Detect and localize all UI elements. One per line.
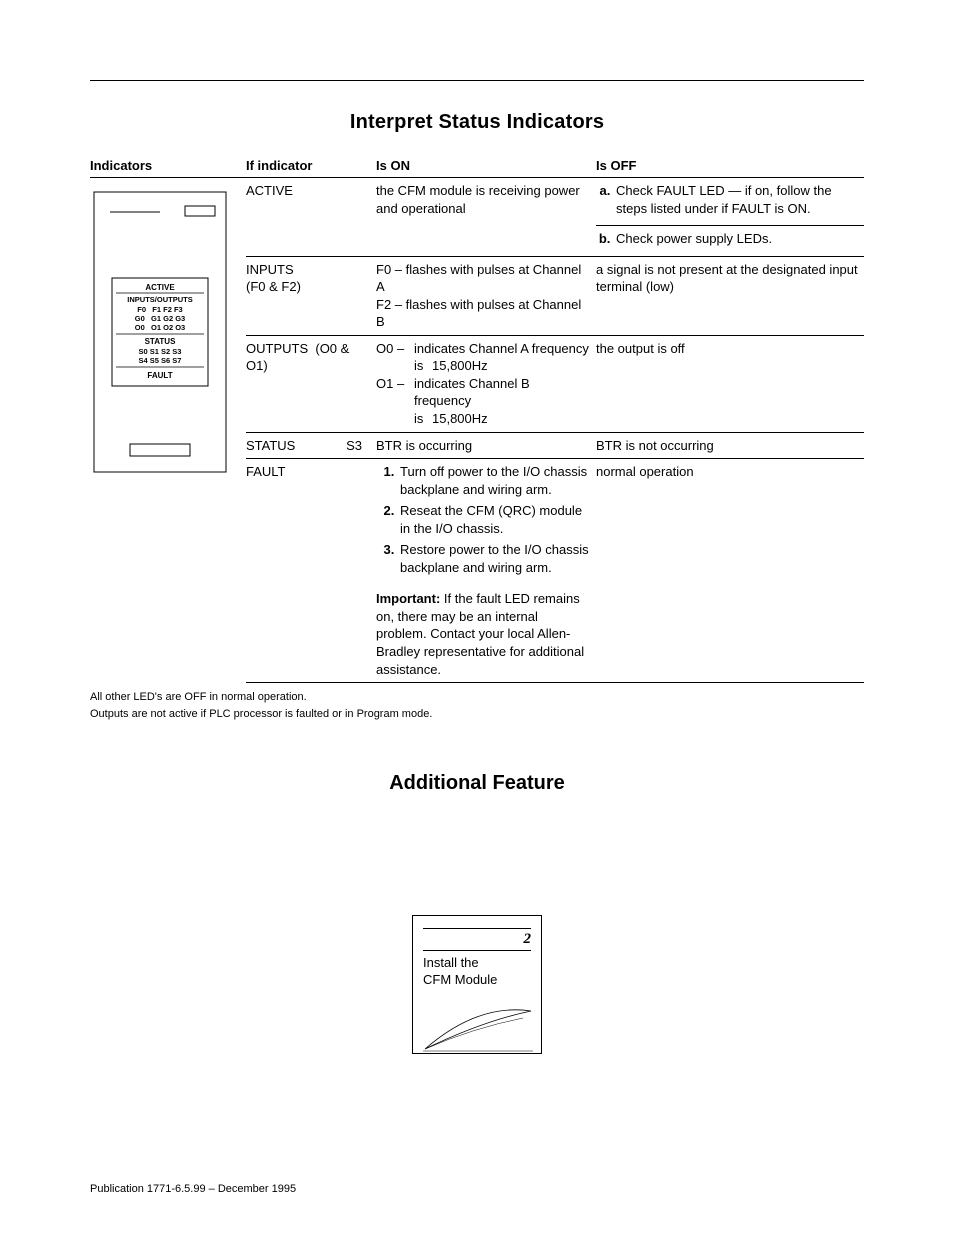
row-fault-steps: Turn off power to the I/O chassis backpl…	[376, 459, 596, 587]
row-active-name: ACTIVE	[246, 178, 376, 257]
col-is-off: Is OFF	[596, 154, 864, 178]
col-if-indicator: If indicator	[246, 154, 376, 178]
svg-text:ACTIVE: ACTIVE	[145, 283, 175, 292]
col-is-on: Is ON	[376, 154, 596, 178]
svg-text:G0 G1 G2 G3: G0 G1 G2 G3	[135, 314, 185, 323]
row-fault-name: FAULT	[246, 459, 376, 683]
col-indicators: Indicators	[90, 154, 246, 178]
publication-footer: Publication 1771-6.5.99 – December 1995	[90, 1183, 296, 1195]
row-outputs-on: O0 – indicates Channel A frequency is15,…	[376, 335, 596, 432]
footnote-1: All other LED's are OFF in normal operat…	[90, 689, 864, 706]
row-fault-important: Important: If the fault LED remains on, …	[376, 586, 596, 682]
svg-text:F0 F1 F2 F3: F0 F1 F2 F3	[137, 305, 182, 314]
svg-text:FAULT: FAULT	[147, 371, 172, 380]
install-line2: CFM Module	[423, 972, 497, 987]
module-diagram: ACTIVE INPUTS/OUTPUTS F0 F1 F2 F3 G0 G1 …	[90, 182, 230, 482]
install-module-card: 2 Install the CFM Module	[412, 915, 542, 1054]
row-active-off-a: Check FAULT LED — if on, follow the step…	[596, 178, 864, 226]
svg-text:O0 O1 O2 O3: O0 O1 O2 O3	[135, 323, 185, 332]
row-status-name: STATUSS3	[246, 432, 376, 459]
page-curl-icon	[423, 993, 533, 1053]
section-heading-additional: Additional Feature	[90, 772, 864, 795]
footnote-2: Outputs are not active if PLC processor …	[90, 706, 864, 723]
svg-text:S0 S1 S2 S3: S0 S1 S2 S3	[139, 347, 182, 356]
svg-text:S4 S5 S6 S7: S4 S5 S6 S7	[139, 356, 182, 365]
svg-text:INPUTS/OUTPUTS: INPUTS/OUTPUTS	[127, 295, 192, 304]
row-outputs-off: the output is off	[596, 335, 864, 432]
row-inputs-off: a signal is not present at the designate…	[596, 256, 864, 335]
section-heading-interpret: Interpret Status Indicators	[90, 111, 864, 134]
install-step-number: 2	[423, 931, 531, 951]
svg-text:STATUS: STATUS	[145, 337, 176, 346]
row-active-on: the CFM module is receiving power and op…	[376, 178, 596, 257]
row-active-off-b: Check power supply LEDs.	[596, 226, 864, 257]
install-line1: Install the	[423, 955, 479, 970]
row-fault-off: normal operation	[596, 459, 864, 683]
row-inputs-name: INPUTS(F0 & F2)	[246, 256, 376, 335]
row-outputs-name: OUTPUTS (O0 & O1)	[246, 335, 376, 432]
row-inputs-on: F0 – flashes with pulses at Channel AF2 …	[376, 256, 596, 335]
status-indicators-table: Indicators If indicator Is ON Is OFF	[90, 154, 864, 683]
row-status-off: BTR is not occurring	[596, 432, 864, 459]
row-status-on: BTR is occurring	[376, 432, 596, 459]
